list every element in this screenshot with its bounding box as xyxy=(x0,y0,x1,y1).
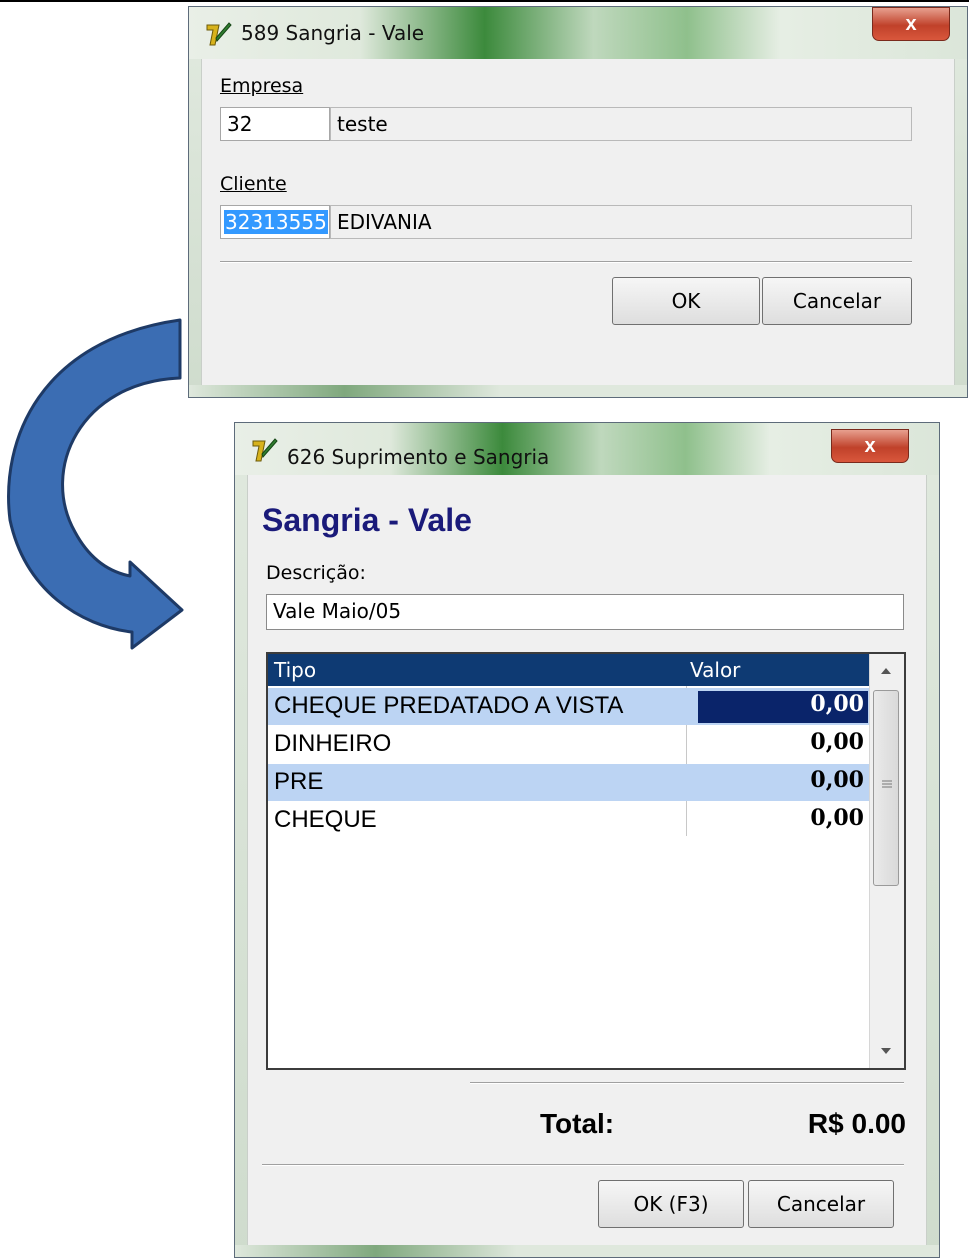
title-bar[interactable]: 589 Sangria - Vale x xyxy=(189,7,967,59)
cliente-name-field: EDIVANIA xyxy=(330,205,912,239)
app-icon xyxy=(252,438,278,462)
cancel-button[interactable]: Cancelar xyxy=(762,277,912,325)
cliente-code-input[interactable]: 32313555 xyxy=(220,205,330,239)
bottom-separator xyxy=(262,1164,904,1166)
cliente-code-selection: 32313555 xyxy=(224,210,328,234)
cell-tipo: CHEQUE xyxy=(274,806,377,833)
empresa-label: Empresa xyxy=(220,75,303,97)
empresa-name-field: teste xyxy=(330,107,912,141)
frame-right xyxy=(955,59,967,397)
total-label: Total: xyxy=(540,1108,615,1139)
empresa-code-input[interactable]: 32 xyxy=(220,107,330,141)
frame-bottom xyxy=(189,385,967,397)
window-title: 626 Suprimento e Sangria xyxy=(287,445,550,469)
payment-grid[interactable]: Tipo Valor CHEQUE PREDATADO A VISTA 0,00… xyxy=(266,652,906,1070)
separator xyxy=(220,261,912,263)
window-sangria-vale: 589 Sangria - Vale x Empresa 32 teste Cl… xyxy=(188,6,968,398)
vertical-scrollbar[interactable] xyxy=(869,654,904,1068)
cell-valor-selected[interactable]: 0,00 xyxy=(698,691,868,723)
column-header-valor[interactable]: Valor xyxy=(690,658,740,682)
cliente-label: Cliente xyxy=(220,173,287,195)
sangria-heading: Sangria - Vale xyxy=(262,502,472,538)
cell-tipo: CHEQUE PREDATADO A VISTA xyxy=(274,692,624,719)
descricao-label: Descrição: xyxy=(266,562,366,584)
cancel-button[interactable]: Cancelar xyxy=(748,1180,894,1228)
window-title: 589 Sangria - Vale xyxy=(241,21,425,45)
app-icon xyxy=(206,22,232,46)
ok-button[interactable]: OK (F3) xyxy=(598,1180,744,1228)
cell-valor[interactable]: 0,00 xyxy=(698,767,868,799)
frame-right xyxy=(927,475,939,1257)
scrollbar-thumb[interactable] xyxy=(873,690,899,886)
cell-tipo: PRE xyxy=(274,768,324,795)
curved-arrow-shape xyxy=(7,318,184,650)
total-separator xyxy=(470,1082,904,1084)
scroll-up-icon[interactable] xyxy=(879,666,893,676)
table-row[interactable]: CHEQUE PREDATADO A VISTA 0,00 xyxy=(268,688,872,725)
close-icon: x xyxy=(864,435,876,457)
cell-valor[interactable]: 0,00 xyxy=(698,805,868,837)
descricao-input[interactable]: Vale Maio/05 xyxy=(266,594,904,630)
cliente-label-text: Cliente xyxy=(220,173,287,195)
scroll-down-icon[interactable] xyxy=(879,1046,893,1056)
close-button[interactable]: x xyxy=(872,7,950,41)
grid-header: Tipo Valor xyxy=(268,654,872,686)
top-rule xyxy=(0,0,969,2)
close-icon: x xyxy=(905,13,917,35)
cell-valor[interactable]: 0,00 xyxy=(698,729,868,761)
column-header-tipo[interactable]: Tipo xyxy=(274,658,316,682)
frame-left xyxy=(235,475,247,1257)
table-row[interactable]: PRE 0,00 xyxy=(268,764,872,801)
table-row[interactable]: CHEQUE 0,00 xyxy=(268,802,872,839)
close-button[interactable]: x xyxy=(831,429,909,463)
client-area: Empresa 32 teste Cliente 32313555 EDIVAN… xyxy=(201,59,955,385)
table-row[interactable]: DINHEIRO 0,00 xyxy=(268,726,872,763)
title-bar[interactable]: 626 Suprimento e Sangria x xyxy=(235,423,939,475)
curved-arrow xyxy=(7,318,184,650)
empresa-label-text: Empresa xyxy=(220,75,304,97)
ok-button[interactable]: OK xyxy=(612,277,760,325)
frame-bottom xyxy=(235,1245,939,1257)
total-value: R$ 0.00 xyxy=(807,1108,906,1139)
cell-tipo: DINHEIRO xyxy=(274,730,392,757)
grip-icon xyxy=(882,780,892,788)
frame-left xyxy=(189,59,201,397)
